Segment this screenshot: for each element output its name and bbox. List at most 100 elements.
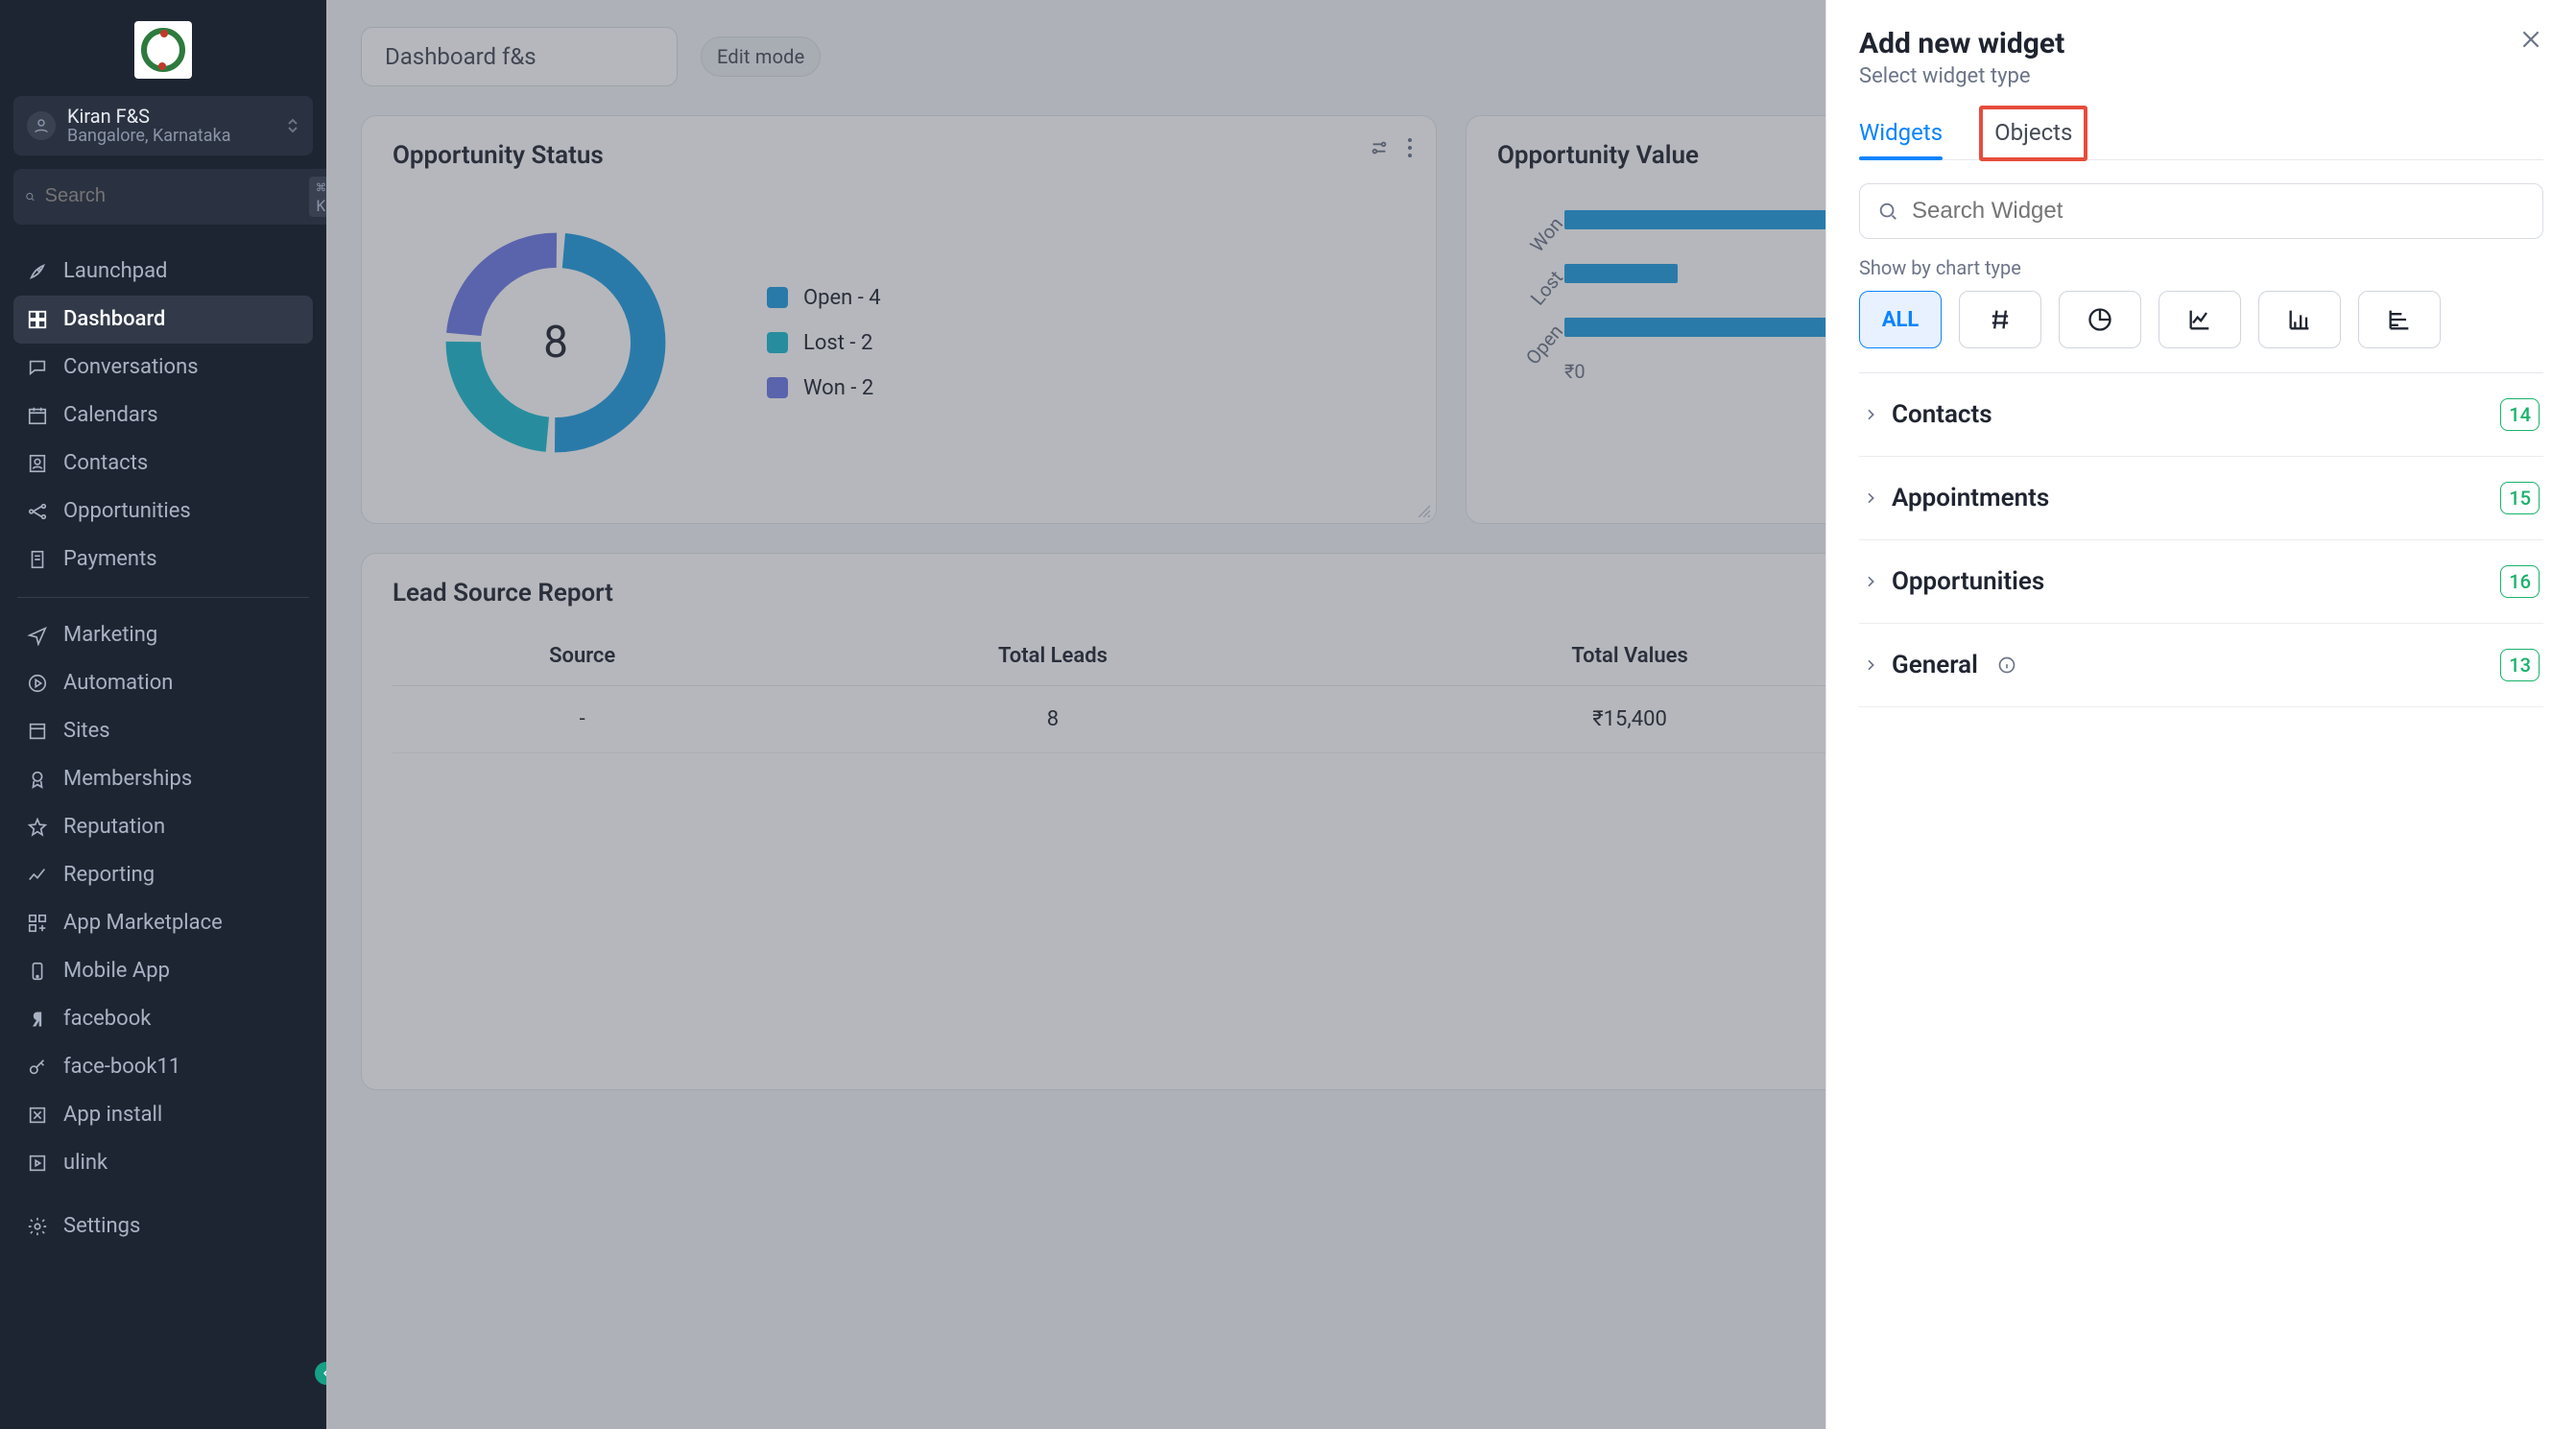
nav-calendars[interactable]: Calendars <box>13 392 313 440</box>
nav-payments[interactable]: Payments <box>13 536 313 584</box>
filter-bar[interactable] <box>2358 291 2441 348</box>
info-icon <box>1997 655 2016 675</box>
nav-label: Conversations <box>63 355 199 379</box>
star-icon <box>25 815 50 840</box>
nav-label: Memberships <box>63 767 192 791</box>
nav-divider <box>17 597 309 598</box>
hash-icon <box>1987 306 2014 333</box>
nav-sites[interactable]: Sites <box>13 707 313 755</box>
filter-number[interactable] <box>1959 291 2041 348</box>
org-location: Bangalore, Karnataka <box>67 127 274 146</box>
dashboard-icon <box>25 307 50 332</box>
chevron-updown-icon <box>286 118 299 133</box>
tab-objects[interactable]: Objects <box>1979 106 2087 161</box>
drawer-title: Add new widget <box>1859 27 2064 60</box>
nav-label: face-book11 <box>63 1055 180 1079</box>
nav-conversations[interactable]: Conversations <box>13 344 313 392</box>
nav-label: Calendars <box>63 403 158 427</box>
pie-icon <box>2087 306 2113 333</box>
chevron-right-icon <box>1863 490 1878 506</box>
apps-icon <box>25 911 50 936</box>
nav-contacts[interactable]: Contacts <box>13 440 313 488</box>
nav-launchpad[interactable]: Launchpad <box>13 248 313 296</box>
nav-label: ulink <box>63 1151 107 1175</box>
close-icon <box>2518 27 2543 52</box>
nav-label: Automation <box>63 671 173 695</box>
count-badge: 14 <box>2500 398 2540 431</box>
layout-icon <box>25 719 50 744</box>
filter-pie[interactable] <box>2059 291 2141 348</box>
count-badge: 13 <box>2500 649 2540 681</box>
close-button[interactable] <box>2518 27 2543 52</box>
rocket-icon <box>25 259 50 284</box>
nav-label: App Marketplace <box>63 911 223 935</box>
bar-chart-icon <box>2386 306 2413 333</box>
send-icon <box>25 623 50 648</box>
drawer-tabs: Widgets Objects <box>1859 106 2543 160</box>
category-contacts[interactable]: Contacts 14 <box>1859 373 2543 457</box>
receipt-icon <box>25 547 50 572</box>
brand-logo <box>13 21 313 79</box>
filter-line[interactable] <box>2159 291 2241 348</box>
line-chart-icon <box>2186 306 2213 333</box>
widget-categories: Contacts 14 Appointments 15 Opportunitie… <box>1859 373 2543 707</box>
nav-label: facebook <box>63 1007 151 1031</box>
global-search[interactable]: ⌘ K <box>13 169 352 225</box>
nav-reputation[interactable]: Reputation <box>13 803 313 851</box>
nav-label: Marketing <box>63 623 157 647</box>
nav-label: Sites <box>63 719 110 743</box>
gear-icon <box>25 1214 50 1239</box>
widget-search[interactable] <box>1859 183 2543 239</box>
network-icon <box>25 499 50 524</box>
main-content: Dashboard f&s Edit mode 2023-11-28 → 202… <box>326 0 2576 1429</box>
nav-label: App install <box>63 1103 162 1127</box>
category-appointments[interactable]: Appointments 15 <box>1859 457 2543 540</box>
widget-search-input[interactable] <box>1912 198 2525 225</box>
contact-icon <box>25 451 50 476</box>
nav-app-marketplace[interactable]: App Marketplace <box>13 899 313 947</box>
nav-ulink[interactable]: ulink <box>13 1139 313 1187</box>
global-search-input[interactable] <box>45 185 299 207</box>
user-icon <box>27 111 56 140</box>
nav-settings[interactable]: Settings <box>13 1203 313 1250</box>
nav-primary: Launchpad Dashboard Conversations Calend… <box>13 248 313 1250</box>
nav-label: Contacts <box>63 451 148 475</box>
filter-column[interactable] <box>2258 291 2341 348</box>
nav-face-book11[interactable]: face-book11 <box>13 1043 313 1091</box>
drawer-subtitle: Select widget type <box>1859 64 2064 88</box>
count-badge: 15 <box>2500 482 2540 514</box>
add-widget-drawer: Add new widget Select widget type Widget… <box>1825 0 2576 1429</box>
play-square-icon <box>25 1151 50 1176</box>
nav-label: Reporting <box>63 863 155 887</box>
nav-label: Opportunities <box>63 499 191 523</box>
column-chart-icon <box>2286 306 2313 333</box>
nav-reporting[interactable]: Reporting <box>13 851 313 899</box>
nav-automation[interactable]: Automation <box>13 659 313 707</box>
nav-marketing[interactable]: Marketing <box>13 611 313 659</box>
mobile-icon <box>25 959 50 984</box>
tab-widgets[interactable]: Widgets <box>1859 106 1943 159</box>
nav-facebook[interactable]: facebook <box>13 995 313 1043</box>
chevron-right-icon <box>1863 407 1878 422</box>
nav-opportunities[interactable]: Opportunities <box>13 488 313 536</box>
yandex-icon <box>25 1007 50 1032</box>
x-square-icon <box>25 1103 50 1128</box>
org-switcher[interactable]: Kiran F&S Bangalore, Karnataka <box>13 96 313 155</box>
filter-all[interactable]: ALL <box>1859 291 1942 348</box>
nav-label: Settings <box>63 1214 140 1238</box>
nav-memberships[interactable]: Memberships <box>13 755 313 803</box>
badge-icon <box>25 767 50 792</box>
nav-label: Reputation <box>63 815 165 839</box>
category-opportunities[interactable]: Opportunities 16 <box>1859 540 2543 624</box>
sidebar: Kiran F&S Bangalore, Karnataka ⌘ K Launc… <box>0 0 326 1429</box>
chevron-right-icon <box>1863 574 1878 589</box>
category-general[interactable]: General 13 <box>1859 624 2543 707</box>
nav-dashboard[interactable]: Dashboard <box>13 296 313 344</box>
nav-label: Mobile App <box>63 959 170 983</box>
nav-app-install[interactable]: App install <box>13 1091 313 1139</box>
search-icon <box>25 188 36 205</box>
nav-mobile-app[interactable]: Mobile App <box>13 947 313 995</box>
trend-icon <box>25 863 50 888</box>
wreath-icon <box>141 28 185 72</box>
nav-label: Launchpad <box>63 259 167 283</box>
